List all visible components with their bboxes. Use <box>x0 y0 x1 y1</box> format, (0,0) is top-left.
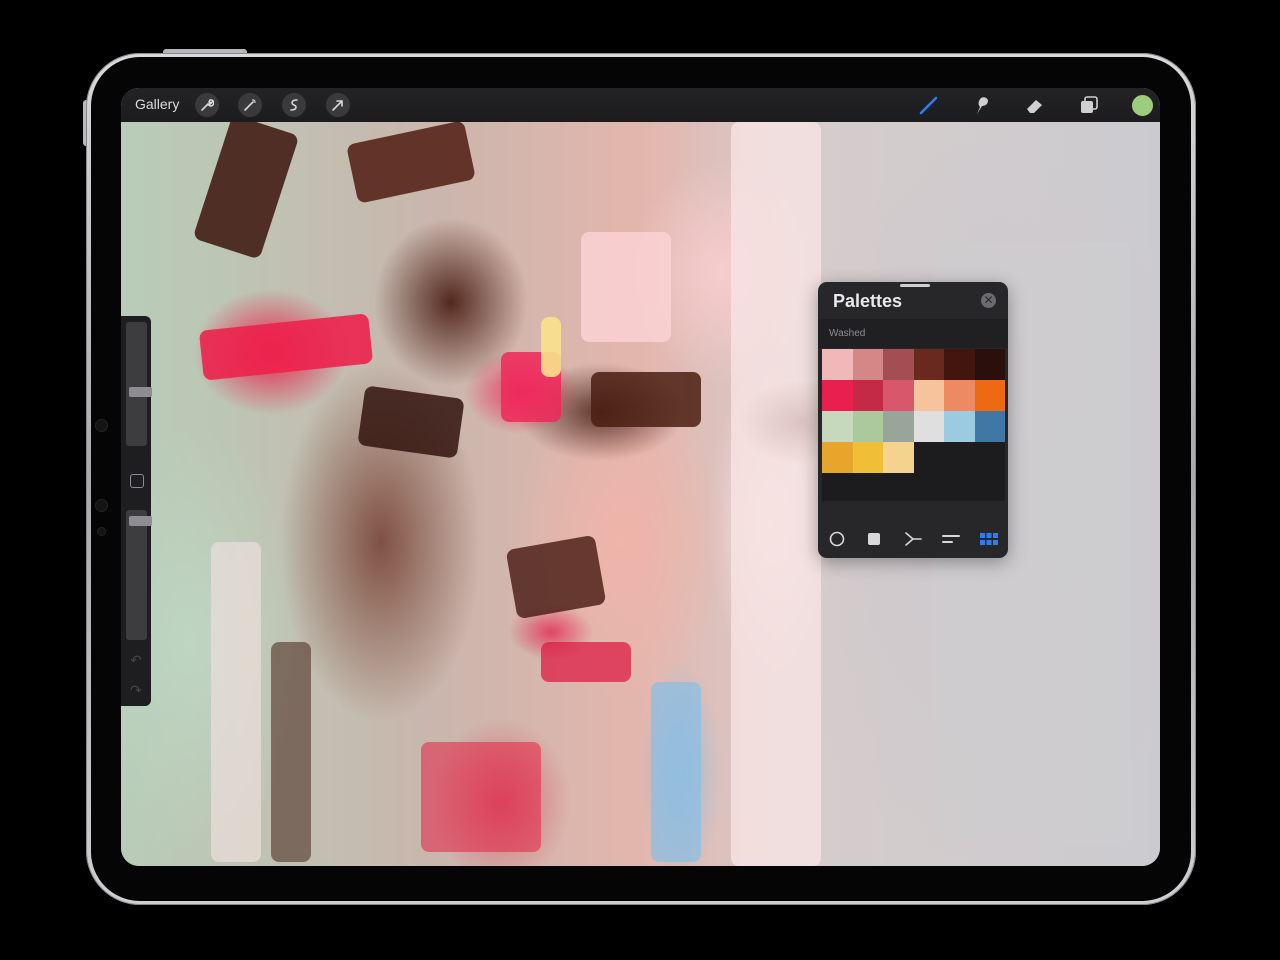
paint-stroke <box>346 122 476 204</box>
opacity-thumb[interactable] <box>129 516 152 526</box>
paint-stroke <box>421 742 541 852</box>
palette-swatch[interactable] <box>822 411 853 442</box>
magic-wand-icon[interactable] <box>238 93 262 117</box>
palette-name[interactable]: Washed <box>829 328 865 339</box>
panel-title: Palettes <box>833 291 903 311</box>
value-icon[interactable] <box>941 530 961 548</box>
palette-swatch[interactable] <box>883 349 914 380</box>
classic-icon[interactable] <box>864 530 884 548</box>
paint-stroke <box>357 385 465 459</box>
palette-swatch[interactable] <box>974 349 1005 380</box>
paint-stroke <box>541 642 631 682</box>
color-mode-tabs <box>818 518 1008 558</box>
paint-stroke <box>591 372 701 427</box>
sensor-dot <box>95 499 108 512</box>
active-color-swatch[interactable] <box>1131 94 1154 117</box>
wrench-icon[interactable] <box>195 93 219 117</box>
palette-swatch[interactable] <box>944 349 975 380</box>
palette-swatch[interactable] <box>944 380 975 411</box>
palette-swatch[interactable] <box>883 442 914 473</box>
palette-swatch[interactable] <box>852 442 883 473</box>
palette-swatch[interactable] <box>852 380 883 411</box>
opacity-slider[interactable] <box>126 510 152 640</box>
palette-swatch[interactable] <box>944 411 975 442</box>
palette-swatch[interactable] <box>822 442 853 473</box>
modify-button[interactable] <box>130 474 144 488</box>
palette-swatch[interactable] <box>822 380 853 411</box>
paint-stroke <box>581 232 671 342</box>
left-sidebar: ↶ ↷ <box>121 316 152 706</box>
disc-icon[interactable] <box>827 530 847 548</box>
close-icon[interactable]: ✕ <box>981 293 996 308</box>
palette-swatch[interactable] <box>913 380 944 411</box>
paint-stroke <box>271 642 311 862</box>
palettes-panel: Palettes ✕ Washed <box>818 282 1008 558</box>
palette-swatch[interactable] <box>883 380 914 411</box>
paint-stroke <box>505 534 607 620</box>
paint-stroke <box>541 317 561 377</box>
palette-swatch[interactable] <box>822 349 853 380</box>
palette-swatch[interactable] <box>974 380 1005 411</box>
brush-icon[interactable] <box>916 93 942 117</box>
eraser-icon[interactable] <box>1022 93 1048 117</box>
top-toolbar: Gallery <box>121 88 1160 122</box>
palette-swatch[interactable] <box>913 349 944 380</box>
palette-swatch[interactable] <box>852 349 883 380</box>
brush-size-thumb[interactable] <box>129 387 152 398</box>
paint-stroke <box>731 122 821 866</box>
palette-swatch[interactable] <box>883 411 914 442</box>
palette-swatch[interactable] <box>852 411 883 442</box>
brush-size-slider[interactable] <box>126 322 152 446</box>
camera-dot <box>95 419 108 432</box>
swatch-grid <box>822 349 1005 501</box>
palette-swatch[interactable] <box>974 411 1005 442</box>
sensor-dot-small <box>97 527 106 536</box>
paint-stroke <box>651 682 701 862</box>
smudge-icon[interactable] <box>969 93 995 117</box>
paint-stroke <box>211 542 261 862</box>
selection-icon[interactable] <box>282 93 306 117</box>
harmony-icon[interactable] <box>903 530 923 548</box>
palette-swatch[interactable] <box>913 411 944 442</box>
layers-icon[interactable] <box>1076 93 1102 117</box>
palettes-icon[interactable] <box>979 530 999 548</box>
paint-stroke <box>198 313 374 381</box>
paint-stroke <box>192 122 300 260</box>
drag-handle[interactable] <box>900 284 930 287</box>
gallery-button[interactable]: Gallery <box>135 96 179 112</box>
undo-icon[interactable]: ↶ <box>127 652 145 668</box>
redo-icon[interactable]: ↷ <box>127 682 145 698</box>
transform-icon[interactable] <box>326 93 350 117</box>
